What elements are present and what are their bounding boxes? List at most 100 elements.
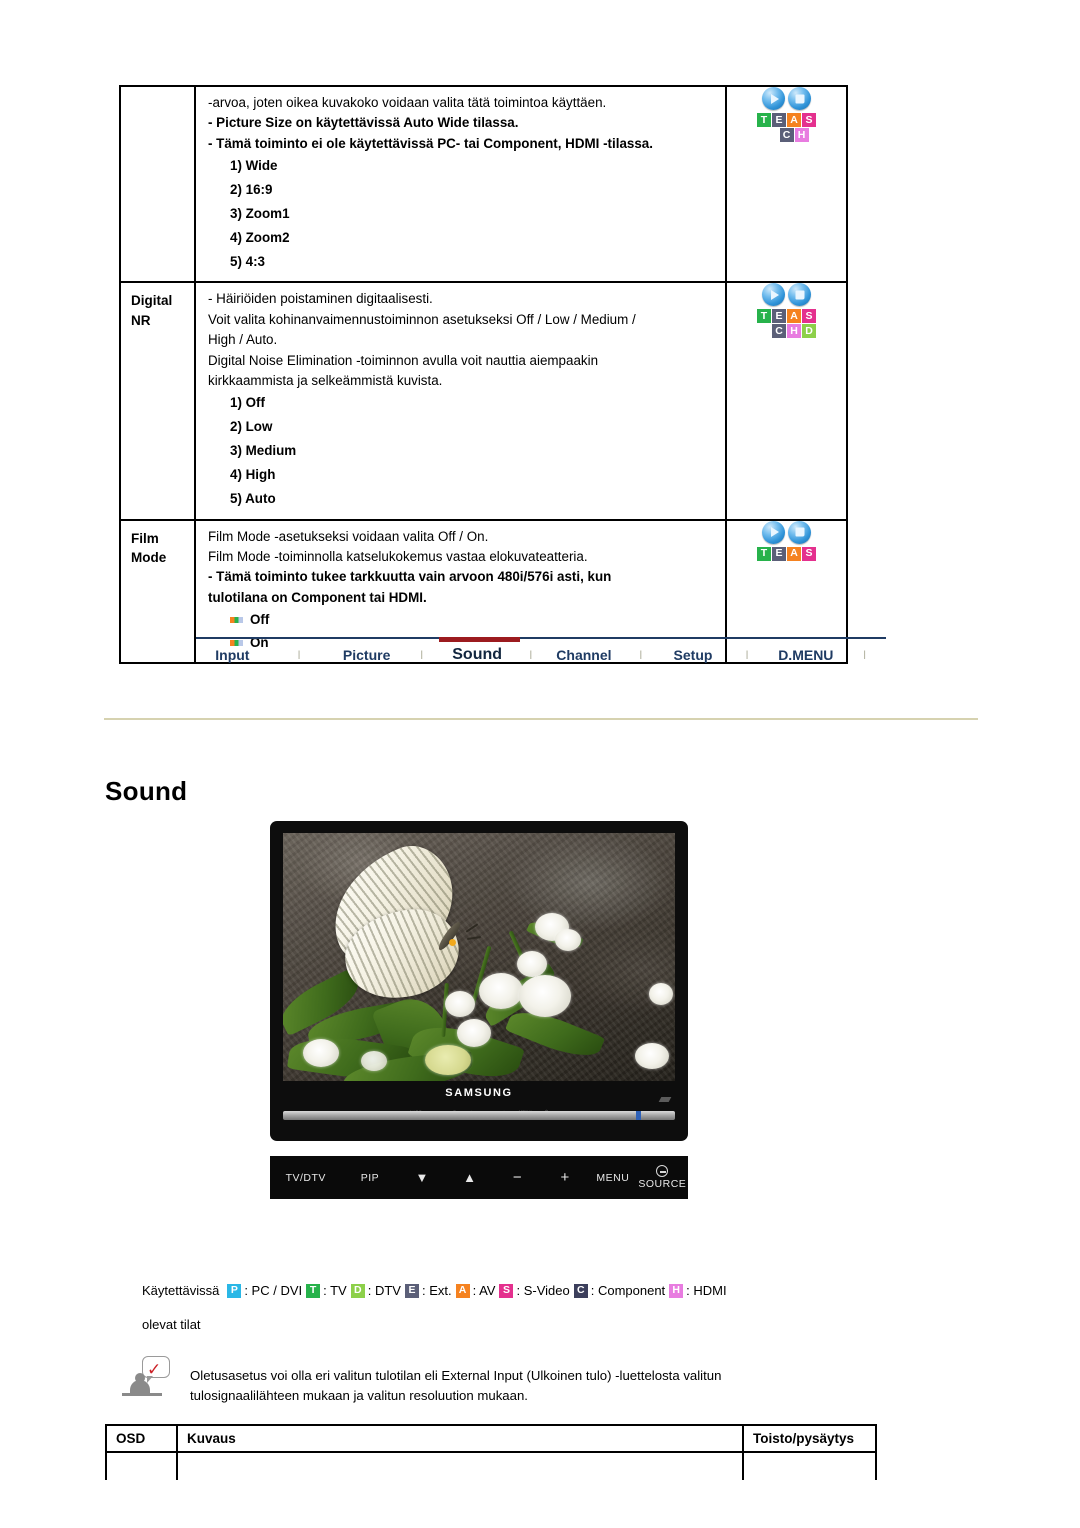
flower-bud-shape [425, 1045, 471, 1075]
option-item: Off [208, 608, 717, 631]
tab-dmenu[interactable]: D.MENU [769, 647, 844, 663]
enter-orb-icon [788, 283, 811, 307]
control-pip[interactable]: PIP [342, 1172, 399, 1184]
section-nav: Input I Picture I Sound I Channel I Setu… [196, 637, 886, 671]
legend-text-t: : TV [323, 1283, 347, 1298]
mode-letters-row-2: C H [742, 128, 846, 142]
osd-label: Mode [131, 550, 167, 566]
desc-line: Digital Noise Elimination -toiminnon avu… [208, 352, 599, 368]
description-cell [176, 1451, 744, 1480]
nav-separator: I [862, 648, 867, 662]
desc-line: kirkkaammista ja selkeämmistä kuvista. [208, 372, 443, 388]
mode-chip-s-icon: S [802, 546, 816, 561]
control-source-label: SOURCE [638, 1178, 687, 1190]
note-person-icon: ✓ [120, 1356, 178, 1406]
monitor-illustration: SAMSUNG AUTO ▬ ▼ ▲ – + MENU ⏻ [270, 821, 688, 1141]
nav-separator: I [529, 648, 533, 662]
mode-letters-row: T E A S [727, 546, 846, 561]
control-source[interactable]: SOURCE [637, 1165, 688, 1190]
note-text: Oletusasetus voi olla eri valitun tuloti… [190, 1366, 880, 1407]
flower-shape [445, 991, 475, 1017]
option-item: 5) Auto [230, 490, 276, 506]
flower-shape [555, 929, 581, 951]
table-row: -arvoa, joten oikea kuvakoko voidaan val… [119, 84, 848, 284]
flower-shape [361, 1051, 387, 1071]
nav-separator: I [297, 648, 301, 662]
option-item: 2) 16:9 [230, 181, 273, 197]
table-header-row: OSD Kuvaus Toisto/pysäytys [105, 1424, 877, 1453]
table-row: Digital NR - Häiriöiden poistaminen digi… [119, 281, 848, 521]
flower-shape [479, 973, 523, 1009]
osd-cell [119, 84, 196, 284]
butterfly-eye-spot-icon [449, 939, 456, 946]
mode-chip-a-icon: A [787, 113, 801, 127]
legend-chip-p-icon: P [227, 1283, 242, 1298]
mode-chip-e-icon: E [772, 546, 786, 561]
legend-chip-t-icon: T [306, 1283, 321, 1298]
person-body-shape [130, 1380, 150, 1393]
monitor-power-led-icon [636, 1111, 641, 1120]
desc-line: Voit valita kohinanvaimennustoiminnon as… [208, 311, 636, 327]
play-orb-icon [762, 283, 785, 307]
note-line-1: Oletusasetus voi olla eri valitun tuloti… [190, 1368, 722, 1383]
option-item: 1) Off [230, 395, 265, 411]
tab-input[interactable]: Input [196, 647, 269, 663]
mode-legend: Käytettävissä P : PC / DVI T : TV D : DT… [142, 1283, 727, 1298]
source-icon [656, 1165, 669, 1177]
desc-line: - Tämä toiminto ei ole käytettävissä PC-… [208, 135, 653, 151]
desc-line: - Picture Size on käytettävissä Auto Wid… [208, 115, 519, 131]
arrow-down-icon[interactable]: ▼ [398, 1170, 446, 1185]
arrow-up-icon[interactable]: ▲ [446, 1170, 494, 1185]
tab-setup[interactable]: Setup [660, 647, 725, 663]
legend-text-c: : Component [590, 1283, 666, 1298]
column-header-kuvaus: Kuvaus [176, 1424, 744, 1453]
picture-settings-table: -arvoa, joten oikea kuvakoko voidaan val… [119, 84, 848, 665]
note-line-2: tulosignaalilähteen mukaan ja valitun re… [190, 1388, 528, 1404]
flower-shape [517, 951, 547, 977]
legend-chip-c-icon: C [573, 1283, 588, 1298]
osd-label: Digital [131, 293, 173, 309]
osd-label: NR [131, 312, 151, 328]
mode-chip-d-icon: D [802, 324, 816, 339]
nav-separator: I [639, 648, 643, 662]
legend-text-e: : Ext. [421, 1283, 452, 1298]
tab-sound[interactable]: Sound [439, 646, 515, 664]
mode-icons-cell: T E A S C H D [725, 281, 848, 521]
column-header-toisto: Toisto/pysäytys [742, 1424, 877, 1453]
legend-chip-d-icon: D [350, 1283, 365, 1298]
tab-picture[interactable]: Picture [329, 647, 404, 663]
samsung-logo: SAMSUNG [445, 1087, 513, 1099]
desc-line: Film Mode -asetukseksi voidaan valita Of… [208, 528, 489, 544]
monitor-brand-row: SAMSUNG AUTO ▬ ▼ ▲ – + MENU ⏻ [283, 1081, 675, 1114]
flower-shape [457, 1019, 491, 1047]
desk-line-shape [122, 1393, 162, 1396]
control-tv-dtv[interactable]: TV/DTV [270, 1172, 342, 1184]
monitor-base-strip [283, 1111, 675, 1120]
enter-orb-icon [788, 520, 811, 544]
desc-line: -arvoa, joten oikea kuvakoko voidaan val… [208, 95, 607, 110]
mode-chip-s-icon: S [802, 309, 816, 324]
description-cell: - Häiriöiden poistaminen digitaalisesti.… [194, 281, 727, 521]
nav-active-indicator [439, 637, 520, 642]
plus-icon[interactable]: + [541, 1169, 589, 1186]
osd-cell: Digital NR [119, 281, 196, 521]
osd-label: Film [131, 530, 159, 546]
mode-letters-row: T E A S [727, 309, 846, 324]
enter-orb-icon [788, 87, 811, 110]
legend-chip-a-icon: A [455, 1283, 470, 1298]
tab-channel[interactable]: Channel [547, 647, 622, 663]
option-item: 5) 4:3 [230, 253, 265, 269]
mode-chip-c-icon: C [779, 128, 794, 142]
desc-line: Film Mode -toiminnolla katselukokemus va… [208, 548, 588, 564]
desc-line: - Tämä toiminto tukee tarkkuutta vain ar… [208, 569, 612, 585]
mode-chip-c-icon: C [772, 324, 786, 339]
mode-chip-a-icon: A [787, 546, 801, 561]
mode-chip-h-icon: H [787, 324, 801, 339]
flower-shape [519, 975, 571, 1017]
minus-icon[interactable]: − [494, 1169, 542, 1186]
option-item: 4) Zoom2 [230, 229, 290, 245]
mode-letters-row-2: C H D [742, 324, 846, 339]
table-row [105, 1451, 877, 1480]
control-menu[interactable]: MENU [589, 1172, 637, 1184]
option-label: Off [250, 612, 270, 628]
